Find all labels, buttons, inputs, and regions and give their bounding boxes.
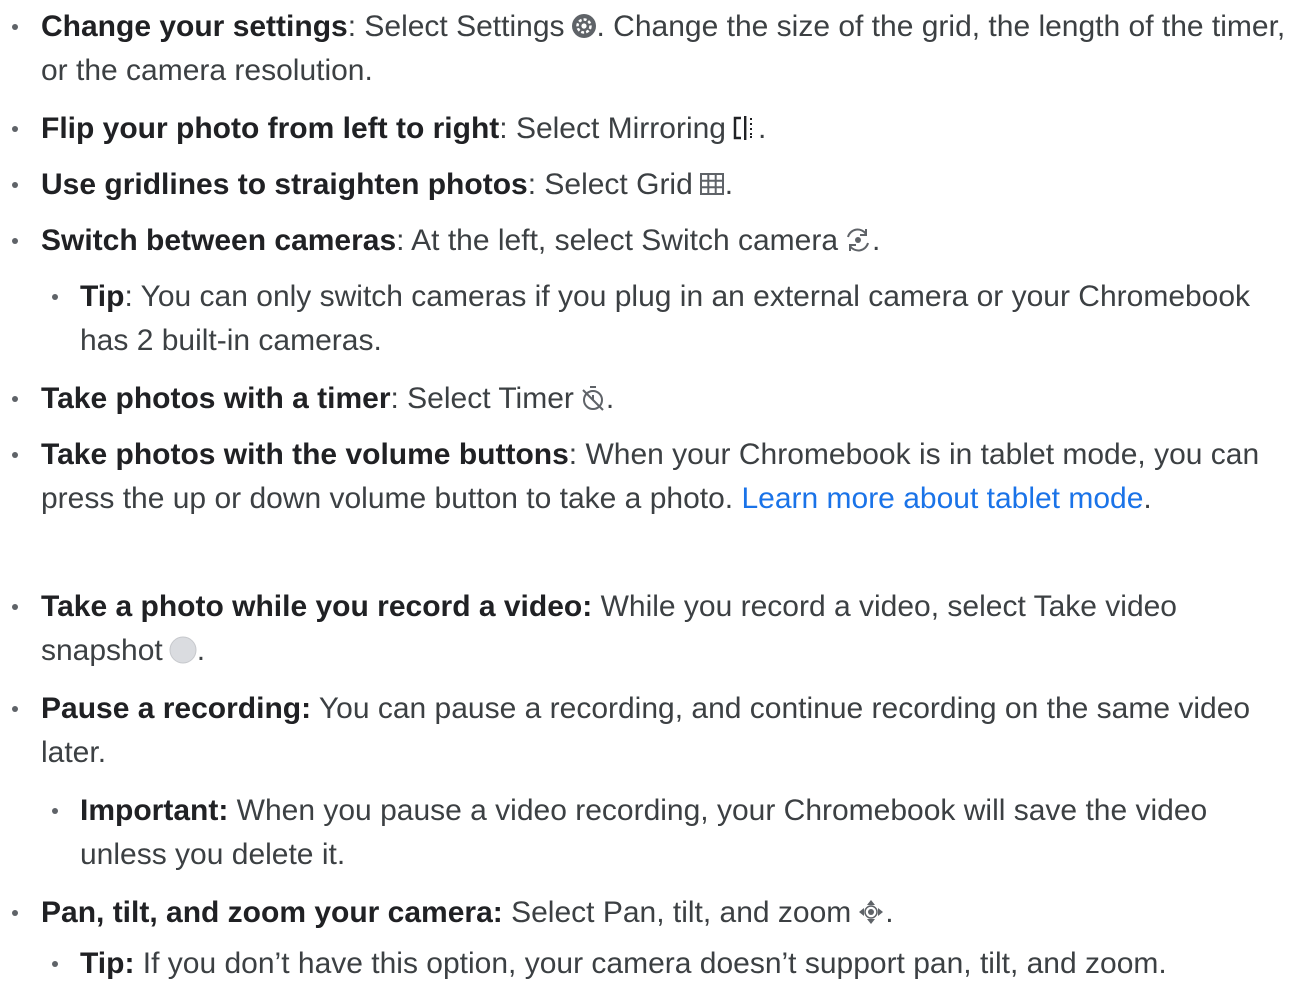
item-text: Select Settings xyxy=(364,10,565,43)
help-article: Change your settings: Select Settings. C… xyxy=(0,0,1296,988)
item-text: Select Timer xyxy=(407,382,574,415)
item-text: If you don’t have this option, your came… xyxy=(142,947,1167,980)
item-text: You can only switch cameras if you plug … xyxy=(80,280,1251,357)
bullet-dot xyxy=(12,396,18,402)
bullet-dot xyxy=(12,238,18,244)
item-term: Tip: xyxy=(80,947,135,980)
bullet-dot xyxy=(12,452,18,458)
item-after: . xyxy=(724,168,734,201)
item-term: Pan, tilt, and zoom your camera: xyxy=(41,896,503,929)
item-separator xyxy=(228,794,236,827)
pan-tilt-zoom-icon xyxy=(857,898,885,926)
item-term: Change your settings xyxy=(41,10,348,43)
item-separator xyxy=(503,896,511,929)
item-separator xyxy=(134,947,142,980)
item-term: Use gridlines to straighten photos xyxy=(41,168,528,201)
bullet-dot xyxy=(52,808,58,814)
bullet-dot xyxy=(12,910,18,916)
item-separator: : xyxy=(568,438,586,471)
item-term: Tip xyxy=(80,280,125,313)
item-term: Pause a recording: xyxy=(41,692,312,725)
item-after: . xyxy=(196,634,206,667)
snapshot-icon xyxy=(169,636,197,664)
item-text: When you pause a video recording, your C… xyxy=(80,794,1208,871)
item-separator: : xyxy=(390,382,408,415)
item-text: Select Grid xyxy=(544,168,693,201)
item-separator xyxy=(592,590,600,623)
switch-camera-icon xyxy=(844,227,872,253)
item-separator: : xyxy=(527,168,545,201)
item-separator xyxy=(311,692,319,725)
item-separator: : xyxy=(347,10,365,43)
tablet-mode-link[interactable]: Learn more about tablet mode xyxy=(741,482,1143,515)
bullet-dot xyxy=(52,294,58,300)
bullet-dot xyxy=(12,604,18,610)
item-after: . xyxy=(605,382,615,415)
item-after: . xyxy=(758,112,767,145)
item-separator: : xyxy=(499,112,516,145)
item-text: Select Pan, tilt, and zoom xyxy=(511,896,852,929)
item-term: Important: xyxy=(80,794,229,827)
bullet-dot xyxy=(12,706,18,712)
item-text: Select Mirroring xyxy=(515,112,726,145)
item-term: Take photos with a timer xyxy=(41,382,391,415)
item-text: At the left, select Switch camera xyxy=(411,224,839,257)
bullet-dot xyxy=(12,24,18,30)
item-after: . xyxy=(1143,482,1152,515)
mirroring-icon xyxy=(732,115,758,141)
grid-icon xyxy=(699,171,725,197)
item-separator: : xyxy=(124,280,141,313)
item-term: Take photos with the volume buttons xyxy=(41,438,569,471)
item-term: Flip your photo from left to right xyxy=(41,112,500,145)
item-separator: : xyxy=(396,224,412,257)
bullet-dot xyxy=(52,961,58,967)
timer-icon xyxy=(580,385,606,411)
item-after: . xyxy=(885,896,894,929)
item-term: Switch between cameras xyxy=(41,224,397,257)
bullet-dot xyxy=(12,126,18,132)
settings-icon xyxy=(571,13,597,39)
bullet-dot xyxy=(12,182,18,188)
item-term: Take a photo while you record a video: xyxy=(41,590,593,623)
item-after: . xyxy=(872,224,881,257)
